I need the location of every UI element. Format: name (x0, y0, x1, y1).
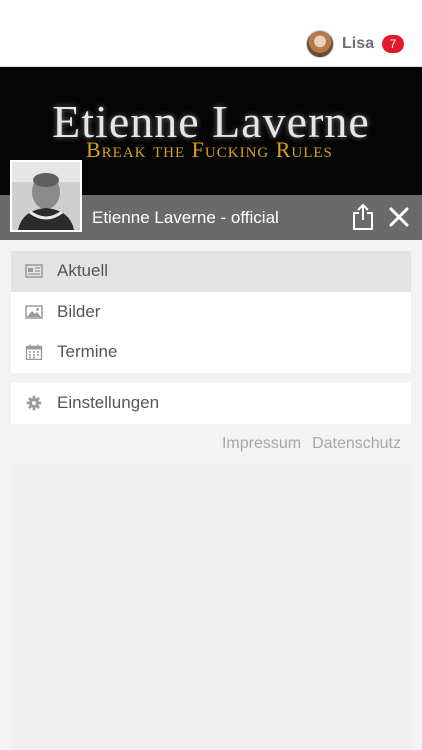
menu-item-label: Aktuell (57, 261, 109, 281)
username[interactable]: Lisa (342, 35, 374, 53)
menu-item-einstellungen[interactable]: Einstellungen (11, 383, 411, 424)
impressum-link[interactable]: Impressum (222, 435, 301, 453)
person-silhouette-icon (12, 162, 80, 230)
close-button[interactable] (387, 205, 411, 229)
menu-item-bilder[interactable]: Bilder (11, 292, 411, 333)
avatar[interactable] (305, 30, 334, 58)
menu-item-label: Bilder (57, 301, 101, 321)
gear-icon (26, 396, 42, 411)
share-button[interactable] (352, 203, 374, 231)
menu-item-label: Einstellungen (57, 393, 160, 413)
menu-item-aktuell[interactable]: Aktuell (11, 251, 411, 292)
footer-links: Impressum Datenschutz (222, 435, 401, 453)
menu-item-label: Termine (57, 342, 118, 362)
notification-badge[interactable]: 7 (382, 35, 404, 53)
close-icon (389, 207, 409, 227)
share-icon (353, 203, 373, 230)
calendar-icon (25, 344, 43, 361)
menu-item-termine[interactable]: Termine (11, 332, 411, 373)
banner-subtitle: Break the Fucking Rules (86, 137, 333, 162)
user-menu[interactable]: Lisa 7 (305, 29, 404, 59)
content-area (11, 463, 411, 750)
datenschutz-link[interactable]: Datenschutz (312, 435, 401, 453)
page-title: Etienne Laverne - official (92, 208, 279, 227)
top-bar: Lisa 7 (0, 0, 422, 67)
profile-picture[interactable] (10, 160, 82, 232)
main-menu: Aktuell Bilder Termine (11, 251, 411, 373)
settings-menu: Einstellungen (11, 383, 411, 424)
image-icon (25, 305, 43, 319)
newspaper-icon (25, 264, 43, 278)
